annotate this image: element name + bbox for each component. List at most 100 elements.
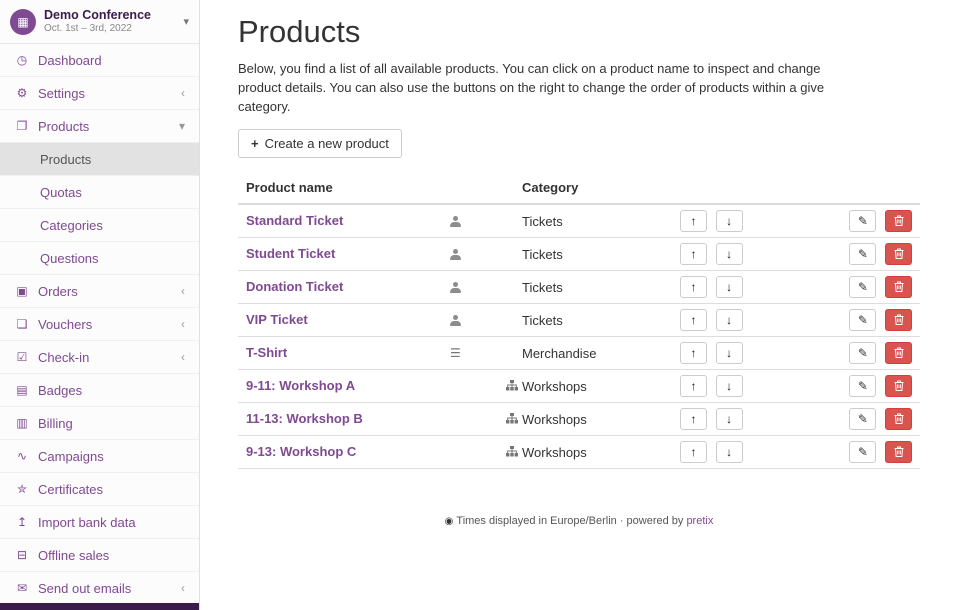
move-down-button[interactable]: ↓: [716, 342, 743, 364]
move-up-button[interactable]: ↑: [680, 243, 707, 265]
move-up-button[interactable]: ↑: [680, 342, 707, 364]
edit-icon: ✎: [858, 280, 868, 294]
arrow-up-icon: ↑: [691, 214, 697, 228]
app-layout: ▦ Demo Conference Oct. 1st – 3rd, 2022 ▾…: [0, 0, 960, 610]
delete-button[interactable]: [885, 309, 912, 331]
sidebar-subitem-questions[interactable]: Questions: [0, 242, 199, 275]
create-product-label: Create a new product: [265, 136, 389, 151]
move-up-button[interactable]: ↑: [680, 210, 707, 232]
move-down-button[interactable]: ↓: [716, 276, 743, 298]
edit-button[interactable]: ✎: [849, 210, 876, 232]
sidebar-item-products[interactable]: ❐ Products ▾: [0, 110, 199, 143]
product-name-link[interactable]: 11-13: Workshop B: [246, 411, 363, 426]
edit-icon: ✎: [858, 445, 868, 459]
delete-button[interactable]: [885, 408, 912, 430]
edit-icon: ✎: [858, 313, 868, 327]
move-up-button[interactable]: ↑: [680, 441, 707, 463]
sidebar-item-send-out-emails[interactable]: ✉ Send out emails ‹: [0, 572, 199, 605]
sidebar-item-offline-sales[interactable]: ⊟ Offline sales: [0, 539, 199, 572]
variations-list-icon: ☰: [450, 346, 461, 360]
sidebar-item-campaigns[interactable]: ∿ Campaigns: [0, 440, 199, 473]
category-label: Tickets: [522, 214, 563, 229]
admission-person-icon: [450, 315, 461, 326]
arrow-up-icon: ↑: [691, 280, 697, 294]
pretix-link[interactable]: pretix: [686, 515, 713, 527]
product-name-link[interactable]: 9-11: Workshop A: [246, 378, 355, 393]
column-header-product-name: Product name: [238, 172, 450, 204]
delete-button[interactable]: [885, 243, 912, 265]
move-up-button[interactable]: ↑: [680, 408, 707, 430]
edit-icon: ✎: [858, 247, 868, 261]
sidebar-item-billing[interactable]: ▥ Billing: [0, 407, 199, 440]
delete-button[interactable]: [885, 342, 912, 364]
move-down-button[interactable]: ↓: [716, 309, 743, 331]
product-name-link[interactable]: Standard Ticket: [246, 213, 343, 228]
move-down-button[interactable]: ↓: [716, 441, 743, 463]
sidebar-item-checkin[interactable]: ☑ Check-in ‹: [0, 341, 199, 374]
event-switcher[interactable]: ▦ Demo Conference Oct. 1st – 3rd, 2022 ▾: [0, 0, 199, 44]
edit-button[interactable]: ✎: [849, 408, 876, 430]
ticket-icon: ❐: [14, 119, 30, 133]
product-name-link[interactable]: VIP Ticket: [246, 312, 308, 327]
table-row: 9-11: Workshop A Workshops ↑ ↓ ✎: [238, 369, 920, 402]
delete-button[interactable]: [885, 375, 912, 397]
arrow-down-icon: ↓: [726, 412, 732, 426]
arrow-down-icon: ↓: [726, 280, 732, 294]
category-label: Tickets: [522, 313, 563, 328]
sidebar-item-vouchers[interactable]: ❏ Vouchers ‹: [0, 308, 199, 341]
product-name-link[interactable]: Donation Ticket: [246, 279, 343, 294]
sidebar-item-import-bank-data[interactable]: ↥ Import bank data: [0, 506, 199, 539]
sidebar-item-dashboard[interactable]: ◷ Dashboard: [0, 44, 199, 77]
product-name-link[interactable]: T-Shirt: [246, 345, 287, 360]
edit-button[interactable]: ✎: [849, 309, 876, 331]
sidebar-item-settings[interactable]: ⚙ Settings ‹: [0, 77, 199, 110]
event-name: Demo Conference: [44, 8, 151, 23]
move-down-button[interactable]: ↓: [716, 243, 743, 265]
table-row: Donation Ticket Tickets ↑ ↓ ✎: [238, 270, 920, 303]
edit-button[interactable]: ✎: [849, 243, 876, 265]
delete-button[interactable]: [885, 276, 912, 298]
trash-icon: [894, 281, 904, 292]
delete-button[interactable]: [885, 441, 912, 463]
move-down-button[interactable]: ↓: [716, 375, 743, 397]
table-row: VIP Ticket Tickets ↑ ↓ ✎: [238, 303, 920, 336]
chart-icon: ∿: [14, 449, 30, 463]
sidebar-item-label: Vouchers: [38, 317, 92, 332]
sidebar-item-badges[interactable]: ▤ Badges: [0, 374, 199, 407]
move-up-button[interactable]: ↑: [680, 309, 707, 331]
arrow-down-icon: ↓: [726, 445, 732, 459]
table-row: 11-13: Workshop B Workshops ↑ ↓ ✎: [238, 402, 920, 435]
edit-button[interactable]: ✎: [849, 375, 876, 397]
arrow-down-icon: ↓: [726, 214, 732, 228]
edit-button[interactable]: ✎: [849, 441, 876, 463]
move-up-button[interactable]: ↑: [680, 276, 707, 298]
graduation-cap-icon: ✮: [14, 482, 30, 496]
product-name-link[interactable]: 9-13: Workshop C: [246, 444, 356, 459]
sidebar-subitem-products[interactable]: Products: [0, 143, 199, 176]
move-down-button[interactable]: ↓: [716, 210, 743, 232]
sidebar-item-certificates[interactable]: ✮ Certificates: [0, 473, 199, 506]
wrench-icon: ⚙: [14, 86, 30, 100]
sidebar-item-label: Categories: [40, 218, 103, 233]
move-down-button[interactable]: ↓: [716, 408, 743, 430]
sidebar-subitem-quotas[interactable]: Quotas: [0, 176, 199, 209]
create-product-button[interactable]: + Create a new product: [238, 129, 402, 158]
edit-icon: ✎: [858, 379, 868, 393]
sidebar-footer-strip: [0, 603, 199, 610]
table-row: T-Shirt ☰ Merchandise ↑ ↓ ✎: [238, 336, 920, 369]
sidebar-subitem-categories[interactable]: Categories: [0, 209, 199, 242]
delete-button[interactable]: [885, 210, 912, 232]
briefcase-icon: ⊟: [14, 548, 30, 562]
edit-button[interactable]: ✎: [849, 342, 876, 364]
category-label: Workshops: [522, 412, 587, 427]
sidebar-item-label: Products: [38, 119, 89, 134]
arrow-up-icon: ↑: [691, 445, 697, 459]
admission-person-icon: [450, 216, 461, 227]
sidebar-item-orders[interactable]: ▣ Orders ‹: [0, 275, 199, 308]
arrow-up-icon: ↑: [691, 379, 697, 393]
move-up-button[interactable]: ↑: [680, 375, 707, 397]
arrow-up-icon: ↑: [691, 247, 697, 261]
edit-button[interactable]: ✎: [849, 276, 876, 298]
product-name-link[interactable]: Student Ticket: [246, 246, 335, 261]
arrow-down-icon: ↓: [726, 379, 732, 393]
